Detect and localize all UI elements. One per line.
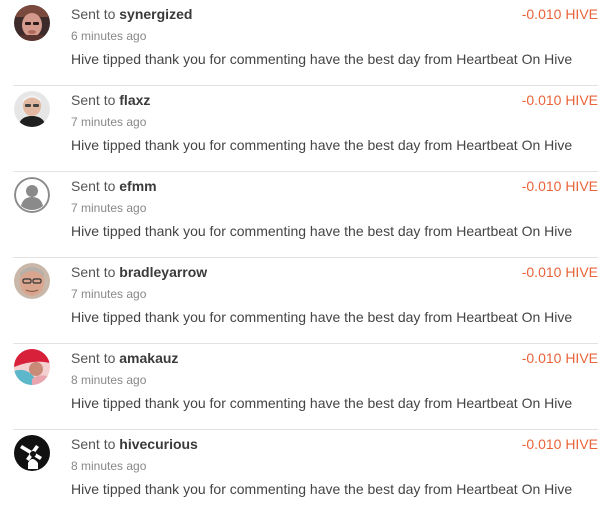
transaction-row: Sent to efmm 7 minutes ago Hive tipped t… [0,172,609,258]
sent-prefix: Sent to [71,264,116,280]
sent-prefix: Sent to [71,6,116,22]
transaction-row: Sent to amakauz 8 minutes ago Hive tippe… [0,344,609,430]
sent-to-line: Sent to amakauz [71,350,178,366]
recipient-username[interactable]: bradleyarrow [119,264,207,280]
recipient-username[interactable]: efmm [119,178,156,194]
timestamp: 6 minutes ago [71,29,147,43]
user-avatar[interactable] [14,349,50,385]
timestamp: 7 minutes ago [71,201,147,215]
recipient-username[interactable]: flaxz [119,92,150,108]
transaction-amount: -0.010 HIVE [521,178,598,194]
transaction-row: Sent to synergized 6 minutes ago Hive ti… [0,0,609,86]
transaction-memo: Hive tipped thank you for commenting hav… [71,137,573,153]
user-avatar[interactable] [14,91,50,127]
default-user-icon[interactable] [14,177,50,213]
sent-to-line: Sent to hivecurious [71,436,198,452]
transaction-memo: Hive tipped thank you for commenting hav… [71,223,573,239]
user-avatar[interactable] [14,263,50,299]
transaction-amount: -0.010 HIVE [521,436,598,452]
recipient-username[interactable]: amakauz [119,350,178,366]
sent-to-line: Sent to efmm [71,178,157,194]
recipient-username[interactable]: synergized [119,6,192,22]
transaction-list: Sent to synergized 6 minutes ago Hive ti… [0,0,609,516]
transaction-amount: -0.010 HIVE [521,6,598,22]
transaction-memo: Hive tipped thank you for commenting hav… [71,51,573,67]
timestamp: 7 minutes ago [71,287,147,301]
user-avatar[interactable] [14,5,50,41]
sent-to-line: Sent to synergized [71,6,192,22]
transaction-amount: -0.010 HIVE [521,350,598,366]
timestamp: 7 minutes ago [71,115,147,129]
sent-to-line: Sent to bradleyarrow [71,264,207,280]
transaction-amount: -0.010 HIVE [521,264,598,280]
transaction-row: Sent to bradleyarrow 7 minutes ago Hive … [0,258,609,344]
timestamp: 8 minutes ago [71,459,147,473]
user-avatar[interactable] [14,435,50,471]
timestamp: 8 minutes ago [71,373,147,387]
sent-prefix: Sent to [71,178,116,194]
sent-prefix: Sent to [71,436,116,452]
recipient-username[interactable]: hivecurious [119,436,198,452]
transaction-row: Sent to hivecurious 8 minutes ago Hive t… [0,430,609,516]
sent-prefix: Sent to [71,350,116,366]
sent-prefix: Sent to [71,92,116,108]
transaction-row: Sent to flaxz 7 minutes ago Hive tipped … [0,86,609,172]
transaction-amount: -0.010 HIVE [521,92,598,108]
transaction-memo: Hive tipped thank you for commenting hav… [71,395,573,411]
sent-to-line: Sent to flaxz [71,92,150,108]
transaction-memo: Hive tipped thank you for commenting hav… [71,481,573,497]
transaction-memo: Hive tipped thank you for commenting hav… [71,309,573,325]
